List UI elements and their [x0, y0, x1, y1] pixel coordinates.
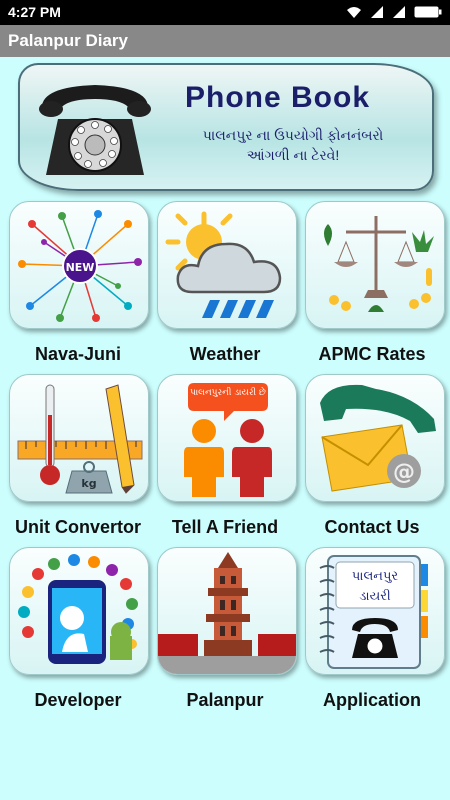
phone-book-banner[interactable]: Phone Book પાલનપુર ના ઉપયોગી ફોનનંબરો આં…	[18, 63, 434, 191]
palanpur-tower-icon	[158, 552, 296, 674]
unit-convertor-tile[interactable]: kg	[9, 374, 149, 502]
status-time: 4:27 PM	[8, 4, 61, 20]
signal-icon-2	[393, 6, 405, 18]
tell-a-friend-label: Tell A Friend	[171, 517, 279, 537]
battery-icon	[414, 6, 442, 18]
scales-crops-icon	[324, 216, 434, 312]
nava-juni-label: Nava-Juni	[34, 344, 122, 364]
contact-us-tile[interactable]: @	[305, 374, 445, 502]
apmc-rates-label: APMC Rates	[318, 344, 426, 364]
share-bubble-text: પાલનપુરની ડાયરી છે	[190, 386, 266, 398]
signal-icon	[371, 6, 383, 18]
phone-book-subtitle-line2: આંગળી ના ટેરવે!	[246, 147, 340, 163]
developer-apps-icon	[18, 554, 138, 664]
weather-label: Weather	[189, 344, 261, 364]
diary-book-icon: પાલનપુર ડાયરી	[319, 555, 428, 669]
status-bar: 4:27 PM	[0, 0, 450, 25]
phone-book-subtitle-line1: પાલનપુર ના ઉપયોગી ફોનનંબરો	[202, 127, 384, 143]
measurement-tools-icon: kg	[17, 384, 143, 494]
unit-convertor-label: Unit Convertor	[15, 517, 141, 537]
apmc-rates-tile[interactable]	[305, 201, 445, 329]
people-talking-icon: પાલનપુરની ડાયરી છે	[184, 383, 272, 497]
app-title: Palanpur Diary	[0, 25, 450, 57]
phone-book-title: Phone Book	[185, 81, 371, 114]
status-icons	[346, 5, 442, 19]
nava-juni-tile[interactable]: NEW	[9, 201, 149, 329]
application-tile[interactable]: પાલનપુર ડાયરી	[305, 547, 445, 675]
new-badge: NEW	[66, 261, 95, 274]
wifi-icon	[347, 7, 361, 18]
diary-title-line2: ડાયરી	[359, 588, 391, 604]
news-network-icon: NEW	[18, 210, 142, 322]
at-sign: @	[393, 460, 415, 485]
contact-icon: @	[320, 384, 436, 492]
rotary-phone-icon	[39, 85, 151, 175]
developer-tile[interactable]	[9, 547, 149, 675]
palanpur-tile[interactable]	[157, 547, 297, 675]
developer-label: Developer	[34, 690, 122, 710]
weather-icon	[165, 211, 282, 318]
palanpur-label: Palanpur	[186, 690, 264, 710]
diary-title-line1: પાલનપુર	[352, 569, 399, 584]
kg-badge: kg	[81, 477, 96, 490]
contact-us-label: Contact Us	[324, 517, 420, 537]
weather-tile[interactable]	[157, 201, 297, 329]
tell-a-friend-tile[interactable]: પાલનપુરની ડાયરી છે	[157, 374, 297, 502]
phone-book-subtitle: પાલનપુર ના ઉપયોગી ફોનનંબરો આંગળી ના ટેરવ…	[168, 125, 418, 165]
application-label: Application	[323, 690, 421, 710]
